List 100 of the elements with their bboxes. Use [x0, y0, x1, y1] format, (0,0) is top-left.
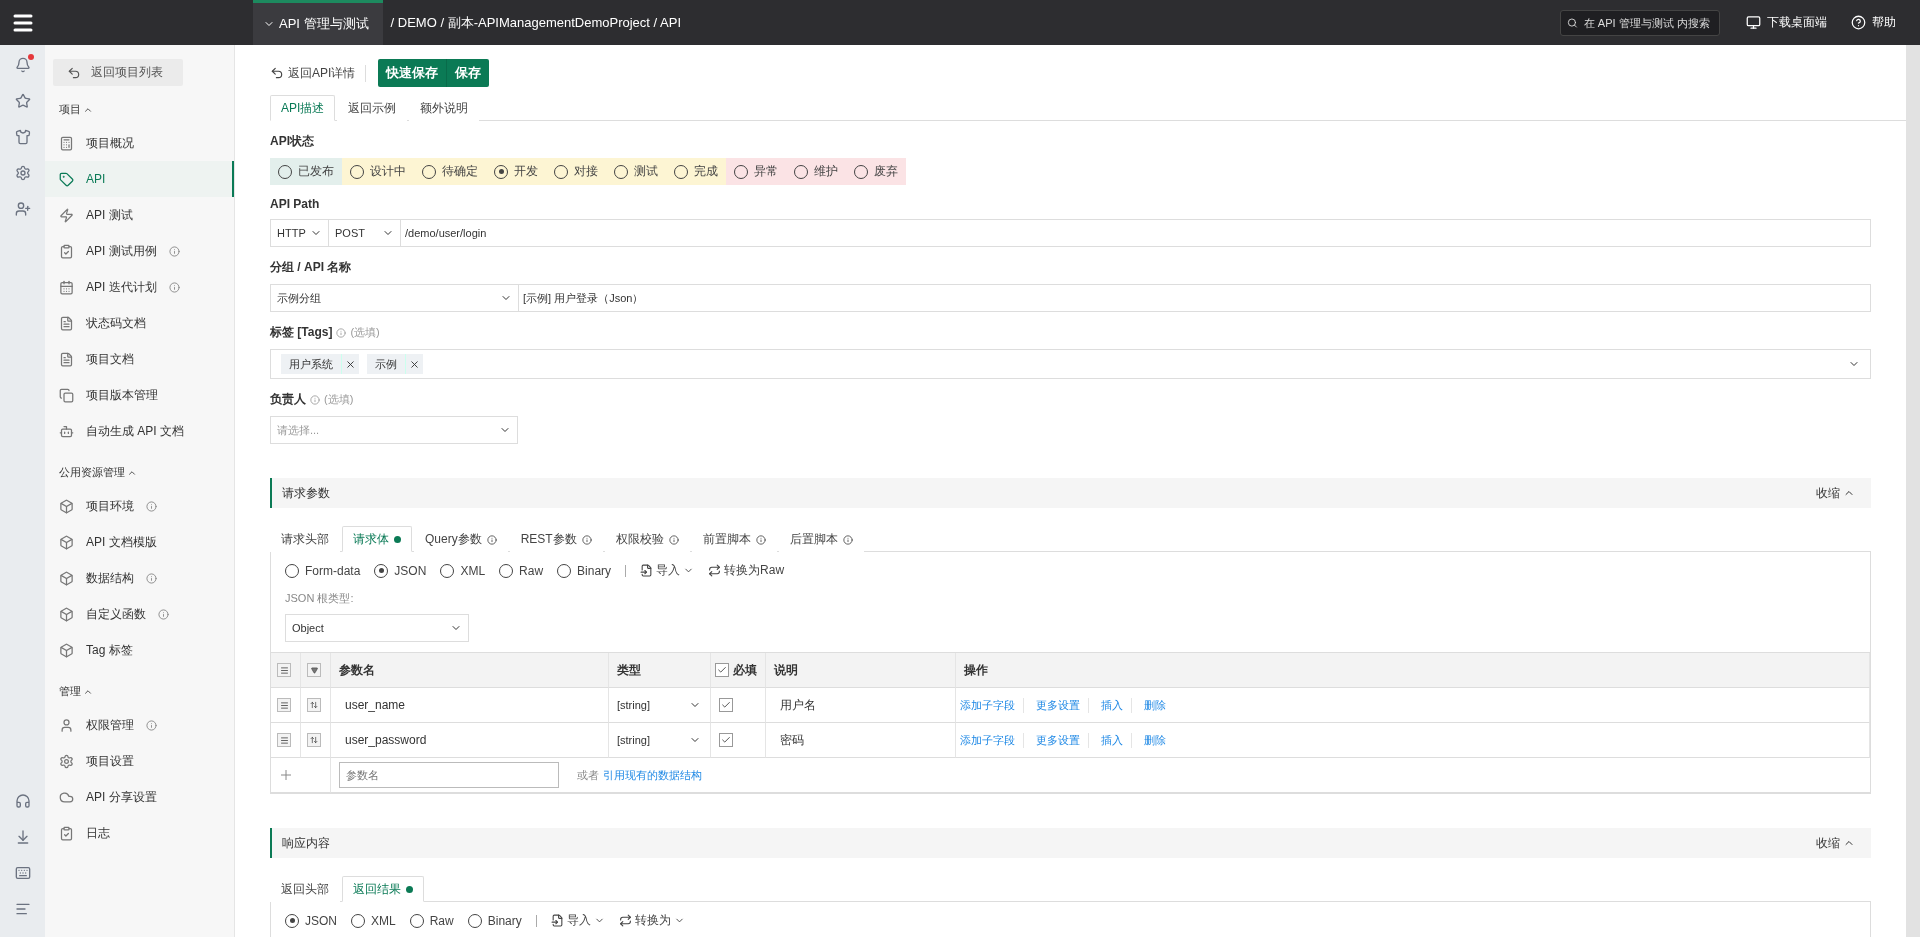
param-name-field[interactable]: 参数名 — [339, 762, 559, 788]
app-menu[interactable]: API 管理与测试 — [253, 0, 383, 45]
path-field[interactable]: /demo/user/login — [400, 219, 1871, 247]
tags-field[interactable]: 用户系统 示例 — [270, 349, 1871, 379]
action-link[interactable]: 删除 — [1136, 732, 1174, 748]
sidebar-item[interactable]: Tag 标签 — [45, 632, 234, 668]
sidebar-item[interactable]: 项目版本管理 — [45, 377, 234, 413]
status-option[interactable]: 异常 — [726, 158, 786, 185]
tab[interactable]: API描述 — [270, 95, 336, 121]
hint-text: (选填) — [324, 392, 354, 407]
radio-label[interactable]: Raw — [429, 913, 454, 928]
group-header[interactable]: 项目 — [45, 86, 234, 125]
status-option[interactable]: 废弃 — [846, 158, 906, 185]
sidebar-item[interactable]: 项目概况 — [45, 125, 234, 161]
radio-label[interactable]: JSON — [394, 563, 427, 578]
download-link[interactable]: 下载桌面端 — [1746, 14, 1827, 31]
radio-label[interactable]: XML — [460, 563, 486, 578]
collapse-icon[interactable] — [307, 663, 321, 677]
sidebar-item[interactable]: API 文档模版 — [45, 524, 234, 560]
status-option[interactable]: 测试 — [606, 158, 666, 185]
search-field[interactable]: 在 API 管理与测试 内搜索 — [1560, 9, 1720, 36]
radio-label[interactable]: Binary — [577, 563, 612, 578]
sidebar-item[interactable]: 日志 — [45, 815, 234, 851]
sidebar-item[interactable]: 自定义函数 — [45, 596, 234, 632]
checkbox[interactable] — [715, 663, 729, 677]
checkbox[interactable] — [719, 698, 733, 712]
root-type-select[interactable]: Object — [285, 614, 469, 642]
group-select[interactable]: 示例分组 — [270, 284, 519, 312]
radio-label[interactable]: Form-data — [305, 563, 361, 578]
back-link[interactable]: 返回API详情 — [270, 64, 367, 82]
table-cell: 密码 — [766, 723, 956, 758]
group-header[interactable]: 管理 — [45, 668, 234, 707]
list-icon[interactable] — [277, 663, 291, 677]
menu-icon[interactable] — [14, 901, 31, 917]
import-button[interactable]: 导入 — [550, 912, 605, 929]
convert-button[interactable]: 转换为Raw — [708, 562, 785, 579]
info-icon — [158, 608, 169, 620]
status-option[interactable]: 待确定 — [414, 158, 486, 185]
checkbox[interactable] — [719, 733, 733, 747]
action-link[interactable]: 插入 — [1093, 697, 1132, 713]
status-option[interactable]: 设计中 — [342, 158, 414, 185]
sidebar-item[interactable]: 自动生成 API 文档 — [45, 413, 234, 449]
collapse-button[interactable]: 收缩 — [1810, 483, 1861, 503]
group-header[interactable]: 公用资源管理 — [45, 449, 234, 488]
sidebar-item[interactable]: 权限管理 — [45, 707, 234, 743]
star-icon[interactable] — [14, 93, 31, 109]
tab[interactable]: 请求体 — [342, 526, 412, 552]
sidebar-item[interactable]: API 测试用例 — [45, 233, 234, 269]
radio-label[interactable]: Raw — [519, 563, 544, 578]
info-icon — [168, 245, 180, 257]
sidebar-item[interactable]: API 测试 — [45, 197, 234, 233]
collapse-button[interactable]: 收缩 — [1810, 833, 1861, 853]
protocol-select[interactable]: HTTP — [270, 219, 329, 247]
drag-icon[interactable] — [277, 733, 291, 747]
add-user-icon[interactable] — [14, 201, 31, 217]
radio-label[interactable]: JSON — [305, 913, 337, 928]
status-option[interactable]: 开发 — [486, 158, 546, 185]
field-label: API状态 — [270, 133, 315, 150]
status-option[interactable]: 对接 — [546, 158, 606, 185]
settings-icon[interactable] — [14, 165, 31, 181]
sidebar-item[interactable]: 状态码文档 — [45, 305, 234, 341]
import-button[interactable]: 导入 — [640, 562, 695, 579]
status-option[interactable]: 已发布 — [270, 158, 342, 185]
sidebar-item[interactable]: 数据结构 — [45, 560, 234, 596]
sidebar-item[interactable]: 项目文档 — [45, 341, 234, 377]
import-icon — [640, 564, 654, 577]
save-button[interactable]: 快速保存 — [378, 59, 447, 87]
radio-label[interactable]: Binary — [487, 913, 522, 928]
swap-icon — [708, 564, 722, 577]
keyboard-icon[interactable] — [14, 865, 31, 881]
sidebar-item[interactable]: API — [45, 161, 234, 197]
info-icon — [755, 534, 766, 545]
status-option[interactable]: 维护 — [786, 158, 846, 185]
status-option[interactable]: 完成 — [666, 158, 726, 185]
convert-button[interactable]: 转换为 — [618, 912, 685, 929]
sidebar-item[interactable]: API 迭代计划 — [45, 269, 234, 305]
sort-icon[interactable] — [307, 698, 321, 712]
back-button[interactable]: 返回项目列表 — [53, 59, 183, 86]
action-link[interactable]: 插入 — [1093, 732, 1132, 748]
save-button[interactable]: 保存 — [446, 59, 490, 87]
action-link[interactable]: 更多设置 — [1028, 732, 1089, 748]
field-label: 负责人 — [270, 391, 306, 408]
radio-label[interactable]: XML — [371, 913, 396, 928]
sidebar-item[interactable]: API 分享设置 — [45, 779, 234, 815]
shirt-icon[interactable] — [14, 129, 31, 145]
sidebar-item[interactable]: 项目环境 — [45, 488, 234, 524]
action-link[interactable]: 删除 — [1136, 697, 1174, 713]
drag-icon[interactable] — [277, 698, 291, 712]
sort-icon[interactable] — [307, 733, 321, 747]
sidebar-item[interactable]: 项目设置 — [45, 743, 234, 779]
action-link[interactable]: 添加子字段 — [960, 732, 1024, 748]
bell-icon[interactable] — [14, 57, 31, 73]
name-field[interactable]: [示例] 用户登录（Json） — [518, 284, 1871, 312]
action-link[interactable]: 添加子字段 — [960, 697, 1024, 713]
tab[interactable]: 返回结果 — [342, 876, 424, 902]
help-link[interactable]: 帮助 — [1851, 14, 1896, 31]
action-link[interactable]: 更多设置 — [1028, 697, 1089, 713]
reference-link[interactable]: 引用现有的数据结构 — [603, 767, 702, 783]
headphones-icon[interactable] — [14, 793, 31, 809]
method-select[interactable]: POST — [328, 219, 401, 247]
